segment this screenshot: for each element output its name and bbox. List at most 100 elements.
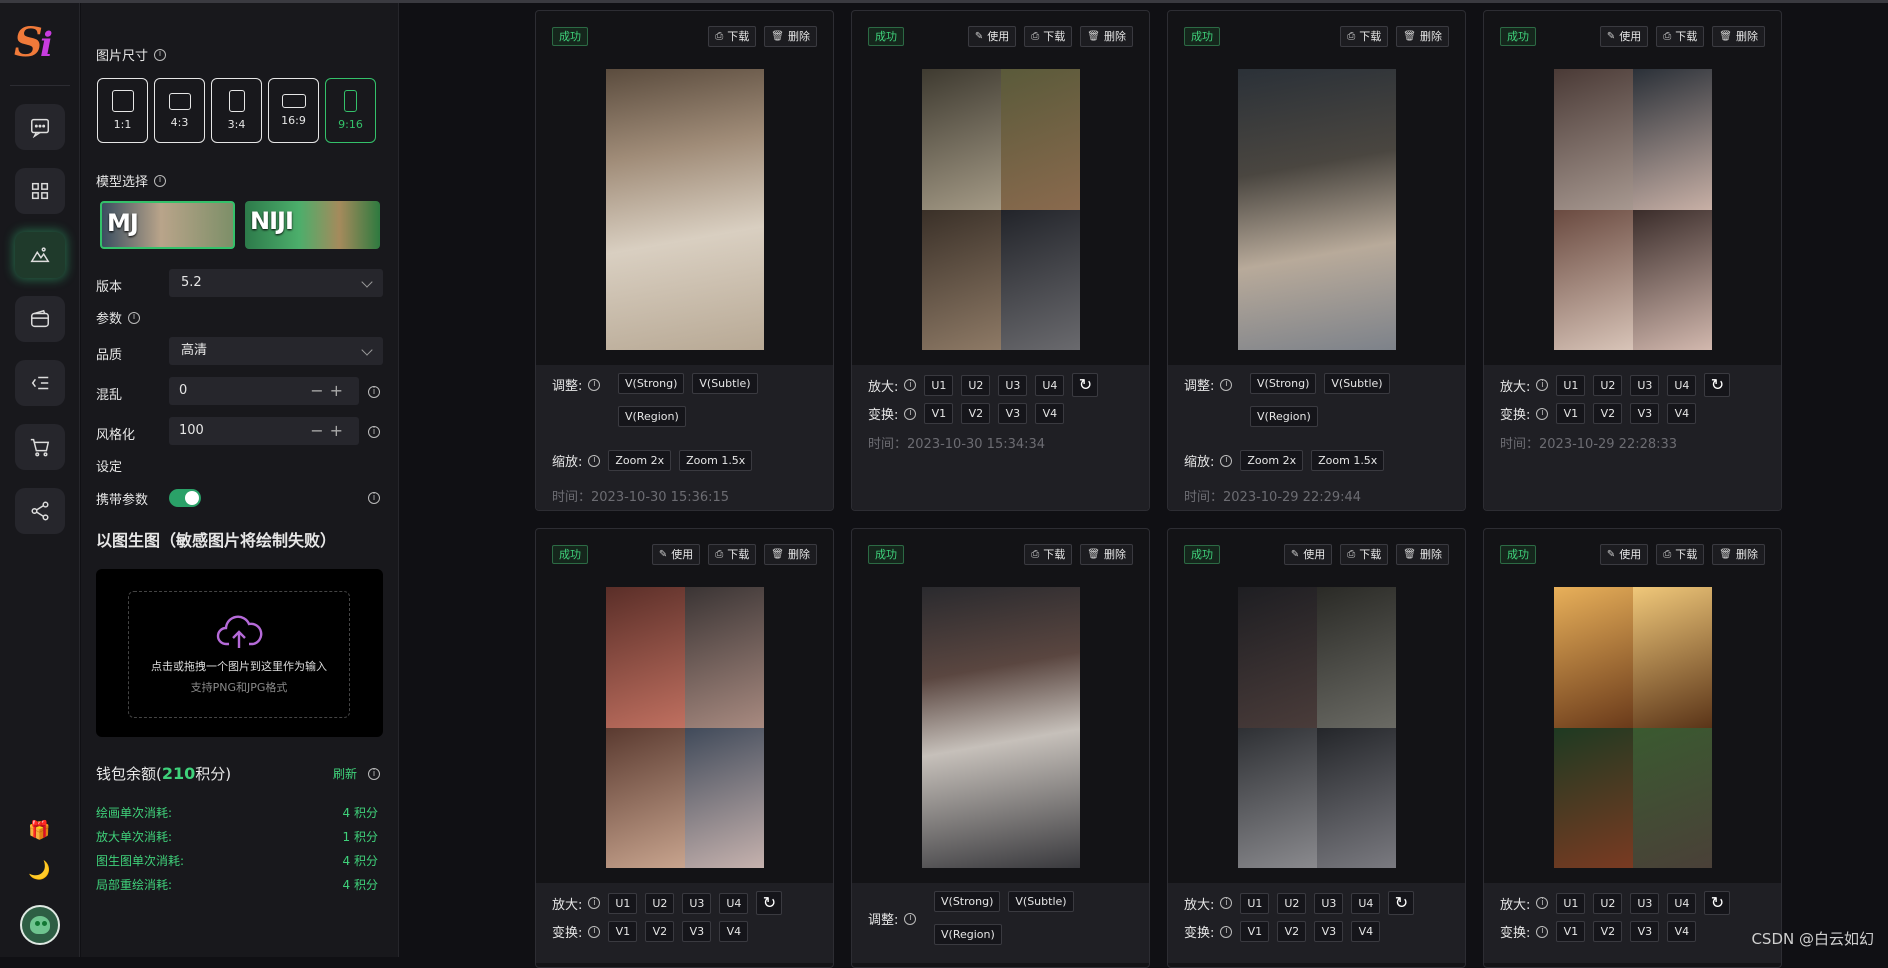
v-subtle-button[interactable]: V(Subtle)	[692, 373, 758, 394]
info-icon[interactable]: i	[368, 426, 380, 438]
v2-button[interactable]: V2	[645, 921, 675, 942]
v-strong-button[interactable]: V(Strong)	[1250, 373, 1317, 394]
delete-button[interactable]: 🗑 删除	[764, 26, 817, 47]
u4-button[interactable]: U4	[1351, 892, 1381, 914]
use-button[interactable]: ✎ 使用	[967, 26, 1017, 47]
size-1-1-button[interactable]: 1:1	[97, 78, 148, 143]
info-icon[interactable]: i	[154, 174, 167, 187]
u4-button[interactable]: U4	[1667, 374, 1697, 396]
delete-button[interactable]: 🗑 删除	[764, 544, 817, 565]
info-icon[interactable]: i	[1536, 897, 1549, 909]
info-icon[interactable]: i	[1220, 454, 1233, 467]
v3-button[interactable]: V3	[1630, 921, 1660, 942]
reroll-icon[interactable]: ↻	[1072, 373, 1099, 397]
info-icon[interactable]: i	[1536, 379, 1549, 391]
generated-image[interactable]	[1238, 69, 1396, 350]
v-strong-button[interactable]: V(Strong)	[934, 891, 1001, 912]
info-icon[interactable]: i	[904, 912, 917, 925]
upload-area[interactable]: 点击或拖拽一个图片到这里作为输入 支持PNG和JPG格式	[96, 569, 383, 737]
delete-button[interactable]: 🗑 删除	[1396, 544, 1449, 565]
v1-button[interactable]: V1	[1240, 921, 1270, 942]
info-icon[interactable]: i	[368, 386, 380, 398]
apps-nav-button[interactable]	[15, 168, 65, 214]
reroll-icon[interactable]: ↻	[756, 891, 783, 915]
u1-button[interactable]: U1	[1240, 892, 1270, 914]
v4-button[interactable]: V4	[1035, 403, 1065, 424]
v2-button[interactable]: V2	[1593, 403, 1623, 424]
generated-image-grid[interactable]	[1238, 587, 1396, 868]
u2-button[interactable]: U2	[1277, 892, 1307, 914]
u2-button[interactable]: U2	[1593, 374, 1623, 396]
v3-button[interactable]: V3	[1314, 921, 1344, 942]
chat-nav-button[interactable]	[15, 104, 65, 150]
u4-button[interactable]: U4	[1035, 374, 1065, 396]
download-button[interactable]: ⎙ 下载	[1340, 26, 1389, 47]
u1-button[interactable]: U1	[608, 892, 638, 914]
v-subtle-button[interactable]: V(Subtle)	[1008, 891, 1074, 912]
v3-button[interactable]: V3	[682, 921, 712, 942]
info-icon[interactable]: i	[368, 492, 380, 504]
delete-button[interactable]: 🗑 删除	[1080, 26, 1133, 47]
v2-button[interactable]: V2	[961, 403, 991, 424]
v-strong-button[interactable]: V(Strong)	[618, 373, 685, 394]
cart-nav-button[interactable]	[15, 424, 65, 470]
chaos-input[interactable]: 0 −+	[169, 377, 359, 405]
stepper-icon[interactable]: −+	[310, 417, 349, 445]
upload-dropzone[interactable]: 点击或拖拽一个图片到这里作为输入 支持PNG和JPG格式	[128, 591, 350, 718]
download-button[interactable]: ⎙ 下载	[1656, 26, 1705, 47]
v-region-button[interactable]: V(Region)	[618, 406, 686, 427]
info-icon[interactable]: i	[588, 897, 601, 909]
generated-image[interactable]	[922, 587, 1080, 868]
v4-button[interactable]: V4	[1351, 921, 1381, 942]
reroll-icon[interactable]: ↻	[1388, 891, 1415, 915]
list-nav-button[interactable]	[15, 360, 65, 406]
v-region-button[interactable]: V(Region)	[1250, 406, 1318, 427]
v3-button[interactable]: V3	[998, 403, 1028, 424]
version-select[interactable]: 5.2	[169, 269, 383, 297]
info-icon[interactable]: i	[588, 925, 601, 938]
reroll-icon[interactable]: ↻	[1704, 373, 1731, 397]
v1-button[interactable]: V1	[1556, 403, 1586, 424]
image-gen-nav-button[interactable]	[15, 232, 65, 278]
v2-button[interactable]: V2	[1593, 921, 1623, 942]
download-button[interactable]: ⎙ 下载	[1024, 544, 1073, 565]
u3-button[interactable]: U3	[1630, 892, 1660, 914]
download-button[interactable]: ⎙ 下载	[1340, 544, 1389, 565]
use-button[interactable]: ✎ 使用	[1599, 544, 1649, 565]
wallet-nav-button[interactable]	[15, 296, 65, 342]
delete-button[interactable]: 🗑 删除	[1396, 26, 1449, 47]
size-3-4-button[interactable]: 3:4	[211, 78, 262, 143]
info-icon[interactable]: i	[1220, 378, 1233, 391]
u2-button[interactable]: U2	[961, 374, 991, 396]
share-nav-button[interactable]	[15, 488, 65, 534]
generated-image-grid[interactable]	[1554, 69, 1712, 350]
info-icon[interactable]: i	[1220, 925, 1233, 938]
download-button[interactable]: ⎙ 下载	[708, 544, 757, 565]
use-button[interactable]: ✎ 使用	[1283, 544, 1333, 565]
gift-icon[interactable]: 🎁	[28, 820, 50, 841]
u4-button[interactable]: U4	[1667, 892, 1697, 914]
info-icon[interactable]: i	[588, 378, 601, 391]
v4-button[interactable]: V4	[719, 921, 749, 942]
refresh-link[interactable]: 刷新	[333, 765, 357, 782]
zoom-2x-button[interactable]: Zoom 2x	[608, 450, 672, 471]
v4-button[interactable]: V4	[1667, 921, 1697, 942]
zoom-2x-button[interactable]: Zoom 2x	[1240, 450, 1304, 471]
v3-button[interactable]: V3	[1630, 403, 1660, 424]
moon-icon[interactable]: 🌙	[28, 860, 50, 881]
generated-image-grid[interactable]	[1554, 587, 1712, 868]
carry-params-toggle[interactable]	[169, 489, 201, 507]
v2-button[interactable]: V2	[1277, 921, 1307, 942]
u3-button[interactable]: U3	[998, 374, 1028, 396]
delete-button[interactable]: 🗑 删除	[1080, 544, 1133, 565]
u1-button[interactable]: U1	[1556, 374, 1586, 396]
stylize-input[interactable]: 100 −+	[169, 417, 359, 445]
v4-button[interactable]: V4	[1667, 403, 1697, 424]
zoom-1-5x-button[interactable]: Zoom 1.5x	[1311, 450, 1385, 471]
info-icon[interactable]: i	[128, 311, 141, 324]
info-icon[interactable]: i	[368, 768, 380, 780]
delete-button[interactable]: 🗑 删除	[1712, 544, 1765, 565]
u2-button[interactable]: U2	[1593, 892, 1623, 914]
v1-button[interactable]: V1	[924, 403, 954, 424]
model-niji-button[interactable]: NIJI	[245, 201, 380, 249]
